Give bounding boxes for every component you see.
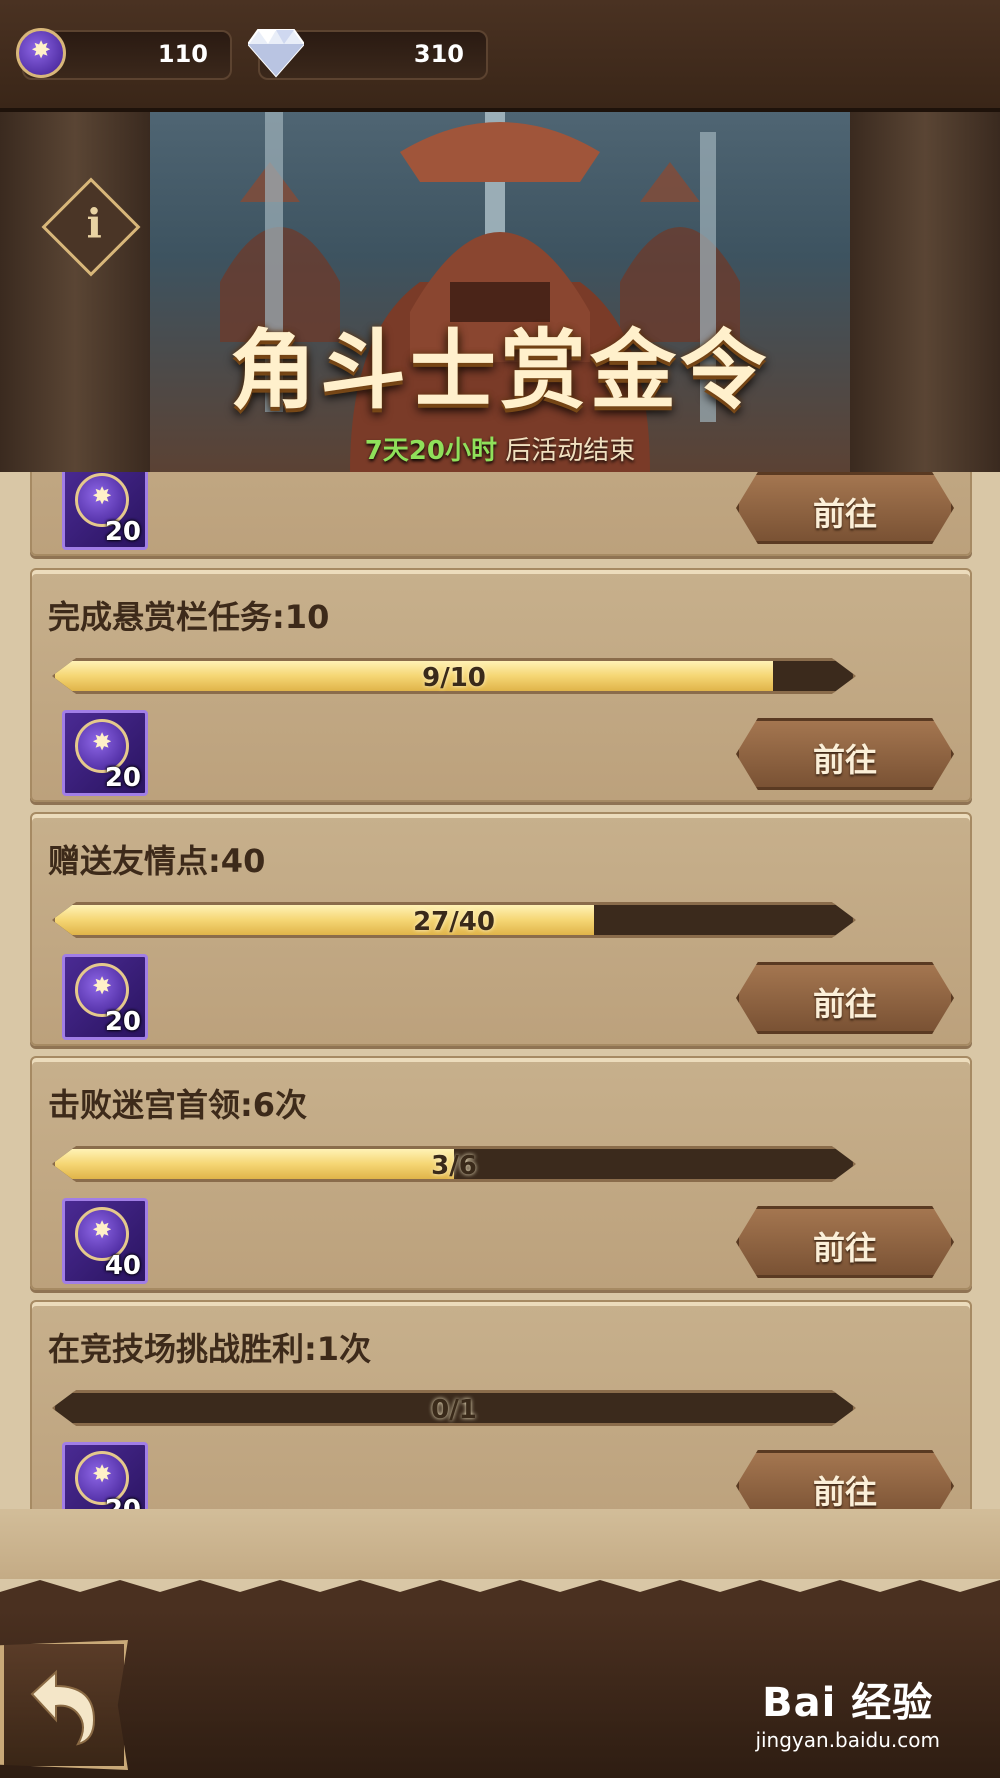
reward-count: 20 <box>104 763 141 793</box>
go-button[interactable]: 前往 <box>736 472 954 544</box>
reward-count: 40 <box>104 1251 141 1281</box>
reward-item[interactable]: ✸ 20 <box>62 1442 148 1509</box>
event-countdown: 7天20小时 后活动结束 <box>0 430 1000 467</box>
event-title: 角斗士赏金令 <box>230 320 770 421</box>
list-footer <box>0 1509 1000 1579</box>
border-ornament <box>0 1580 1000 1612</box>
progress-text: 3/6 <box>431 1151 477 1181</box>
bounty-coin-value: 110 <box>157 40 208 68</box>
currency-bar: 110 ✸ 310 <box>0 0 1000 112</box>
task-card: ✸ 20 前往 <box>30 472 972 556</box>
event-banner: i 角斗士赏金令 7天20小时 后活动结束 <box>0 112 1000 472</box>
progress-bar: 9/10 <box>52 658 856 694</box>
progress-text: 0/1 <box>431 1395 477 1425</box>
go-button-label: 前往 <box>812 1229 877 1267</box>
task-title: 在竞技场挑战胜利:1次 <box>48 1330 372 1368</box>
go-button[interactable]: 前往 <box>736 1206 954 1278</box>
progress-bar: 27/40 <box>52 902 856 938</box>
bottom-bar: Bai 经验 jingyan.baidu.com <box>0 1610 1000 1778</box>
reward-count: 20 <box>104 517 141 547</box>
task-list-area[interactable]: ✸ 20 前往 完成悬赏栏任务:10 9/10 ✸ 20 前往 赠送友情点:40… <box>0 472 1000 1612</box>
task-card: 赠送友情点:40 27/40 ✸ 20 前往 <box>30 812 972 1046</box>
countdown-suffix: 后活动结束 <box>497 436 636 466</box>
reward-count: 20 <box>104 1007 141 1037</box>
go-button[interactable]: 前往 <box>736 718 954 790</box>
go-button-label: 前往 <box>812 1473 877 1509</box>
progress-bar: 3/6 <box>52 1146 856 1182</box>
go-button-label: 前往 <box>812 741 877 779</box>
back-arrow-icon <box>30 1669 96 1746</box>
task-title: 击败迷宫首领:6次 <box>48 1086 308 1124</box>
diamond-icon <box>248 29 304 78</box>
watermark: Bai 经验 jingyan.baidu.com <box>755 1670 940 1752</box>
go-button-label: 前往 <box>812 985 877 1023</box>
go-button[interactable]: 前往 <box>736 962 954 1034</box>
watermark-logo: Bai 经验 <box>762 1680 934 1726</box>
countdown-value: 7天20小时 <box>364 436 497 466</box>
progress-text: 9/10 <box>422 663 486 693</box>
progress-bar: 0/1 <box>52 1390 856 1426</box>
task-card: 在竞技场挑战胜利:1次 0/1 ✸ 20 前往 <box>30 1300 972 1509</box>
watermark-url: jingyan.baidu.com <box>755 1728 940 1752</box>
task-card: 击败迷宫首领:6次 3/6 ✸ 40 前往 <box>30 1056 972 1290</box>
go-button[interactable]: 前往 <box>736 1450 954 1509</box>
reward-item[interactable]: ✸ 40 <box>62 1198 148 1284</box>
task-title: 完成悬赏栏任务:10 <box>48 598 330 636</box>
back-button[interactable] <box>0 1640 128 1770</box>
task-card: 完成悬赏栏任务:10 9/10 ✸ 20 前往 <box>30 568 972 802</box>
task-list[interactable]: ✸ 20 前往 完成悬赏栏任务:10 9/10 ✸ 20 前往 赠送友情点:40… <box>28 472 972 1509</box>
reward-count: 20 <box>105 1495 141 1509</box>
diamond-value: 310 <box>413 40 464 68</box>
bounty-coin-icon: ✸ <box>16 28 66 78</box>
info-glyph: i <box>86 200 102 248</box>
go-button-label: 前往 <box>812 495 877 533</box>
reward-item[interactable]: ✸ 20 <box>62 710 148 796</box>
task-title: 赠送友情点:40 <box>48 842 266 880</box>
reward-item[interactable]: ✸ 20 <box>62 472 148 550</box>
reward-item[interactable]: ✸ 20 <box>62 954 148 1040</box>
progress-text: 27/40 <box>413 907 495 937</box>
